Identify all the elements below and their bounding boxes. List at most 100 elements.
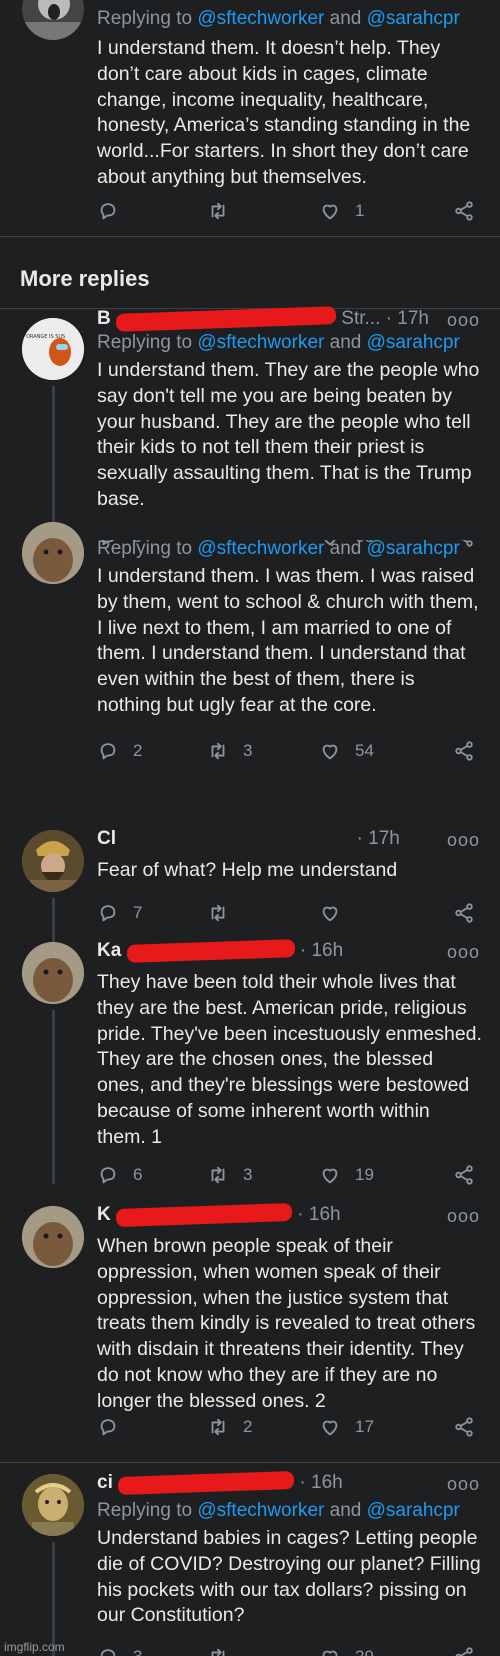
share-button[interactable] [453,1646,475,1656]
avatar[interactable] [22,942,84,1004]
redaction [115,1202,293,1228]
tweet-header: Ka · 16h [97,939,480,963]
display-name[interactable]: Cl [97,828,116,849]
reply-icon [97,740,119,762]
reply-tweet[interactable]: Replying to @sftechworker and @sarahcpr … [0,522,500,798]
timestamp[interactable]: · 17h [386,308,429,329]
share-icon [453,1416,475,1438]
retweet-button[interactable] [207,1646,229,1656]
tweet-text: They have been told their whole lives th… [97,971,482,1148]
reply-tweet[interactable]: K · 16h ooo When brown people speak of t… [0,1202,500,1446]
mention-link[interactable]: @sftechworker [197,538,324,559]
reply-button[interactable]: 6 [97,1164,142,1186]
retweet-icon [207,1416,229,1438]
share-icon [453,1646,475,1656]
reply-tweet[interactable]: Cl · 17h ooo Fear of what? Help me under… [0,828,500,964]
retweet-icon [207,740,229,762]
top-tweet[interactable]: Replying to @sftechworker and @sarahcpr … [0,0,500,220]
mention-link[interactable]: @sftechworker [197,8,324,29]
mention-link[interactable]: @sarahcpr [367,1500,460,1521]
reply-icon [97,200,119,222]
handle[interactable]: Str... [341,308,380,329]
timestamp[interactable]: · 17h [357,828,400,849]
mention-link[interactable]: @sarahcpr [367,8,460,29]
more-options-button[interactable]: ooo [447,1206,480,1227]
display-name[interactable]: B [97,308,111,329]
avatar[interactable] [22,0,84,40]
heart-icon [319,200,341,222]
more-options-button[interactable]: ooo [447,310,480,331]
mention-link[interactable]: @sarahcpr [367,538,460,559]
watermark: imgflip.com [4,1640,65,1654]
display-name[interactable]: K [97,1204,111,1225]
timestamp[interactable]: · 16h [299,1472,342,1493]
tweet-header: B Str... · 17h [97,306,480,332]
like-button[interactable]: 54 [319,740,374,762]
more-options-button[interactable]: ooo [447,1474,480,1495]
retweet-icon [207,1646,229,1656]
share-icon [453,1164,475,1186]
avatar[interactable] [22,830,84,892]
replying-to: Replying to @sftechworker and @sarahcpr [97,1500,460,1521]
share-button[interactable] [453,1164,475,1186]
heart-icon [319,902,341,924]
timestamp[interactable]: · 16h [297,1204,340,1225]
retweet-button[interactable]: 2 [207,1416,252,1438]
tweet-header: Cl · 17h [97,828,480,850]
reply-button[interactable]: 2 [97,740,142,762]
tweet-actions: 3 29 [97,1646,477,1656]
reply-icon [97,902,119,924]
tweet-text: When brown people speak of their oppress… [97,1235,476,1412]
like-button[interactable]: 19 [319,1164,374,1186]
tweet-actions: 2 17 [97,1416,477,1440]
mention-link[interactable]: @sarahcpr [367,332,460,353]
reply-icon [97,1416,119,1438]
retweet-button[interactable]: 3 [207,1164,252,1186]
share-button[interactable] [453,740,475,762]
share-button[interactable] [453,902,475,924]
tweet-text: I understand them. I was them. I was rai… [97,565,479,716]
retweet-button[interactable]: 3 [207,740,252,762]
tweet-actions: 1 [97,200,477,224]
reply-button[interactable] [97,1416,119,1438]
heart-icon [319,740,341,762]
mention-link[interactable]: @sftechworker [197,1500,324,1521]
tweet-header: K · 16h [97,1202,480,1228]
more-options-button[interactable]: ooo [447,830,480,851]
avatar[interactable] [22,522,84,584]
avatar[interactable] [22,1474,84,1536]
reply-tweet[interactable]: Ka · 16h ooo They have been told their w… [0,939,500,1184]
reply-button[interactable]: 7 [97,902,142,924]
heart-icon [319,1416,341,1438]
display-name[interactable]: Ka [97,940,121,961]
like-button[interactable]: 17 [319,1416,374,1438]
avatar[interactable]: ORANGE IS SUS [22,318,84,380]
retweet-button[interactable] [207,902,229,924]
section-title: More replies [20,266,150,291]
display-name[interactable]: ci [97,1472,113,1493]
share-icon [453,902,475,924]
reply-icon [97,1646,119,1656]
redaction [115,306,337,332]
share-button[interactable] [453,200,475,222]
reply-button[interactable] [97,200,119,222]
more-options-button[interactable]: ooo [447,942,480,963]
replying-to: Replying to @sftechworker and @sarahcpr [97,8,460,29]
like-button[interactable] [319,902,341,924]
timestamp[interactable]: · 16h [300,940,343,961]
svg-text:ORANGE IS SUS: ORANGE IS SUS [26,334,65,340]
like-button[interactable]: 1 [319,200,364,222]
share-button[interactable] [453,1416,475,1438]
thread-line [52,1010,55,1184]
retweet-button[interactable] [207,200,229,222]
reply-button[interactable]: 3 [97,1646,142,1656]
replying-to: Replying to @sftechworker and @sarahcpr [97,332,460,353]
thread-line [52,1542,55,1656]
like-button[interactable]: 29 [319,1646,374,1656]
reply-tweet[interactable]: ORANGE IS SUS B Str... · 17h ooo Replyin… [0,306,500,548]
heart-icon [319,1164,341,1186]
reply-tweet[interactable]: ci · 16h ooo Replying to @sftechworker a… [0,1470,500,1656]
avatar[interactable] [22,1206,84,1268]
mention-link[interactable]: @sftechworker [197,332,324,353]
retweet-icon [207,1164,229,1186]
